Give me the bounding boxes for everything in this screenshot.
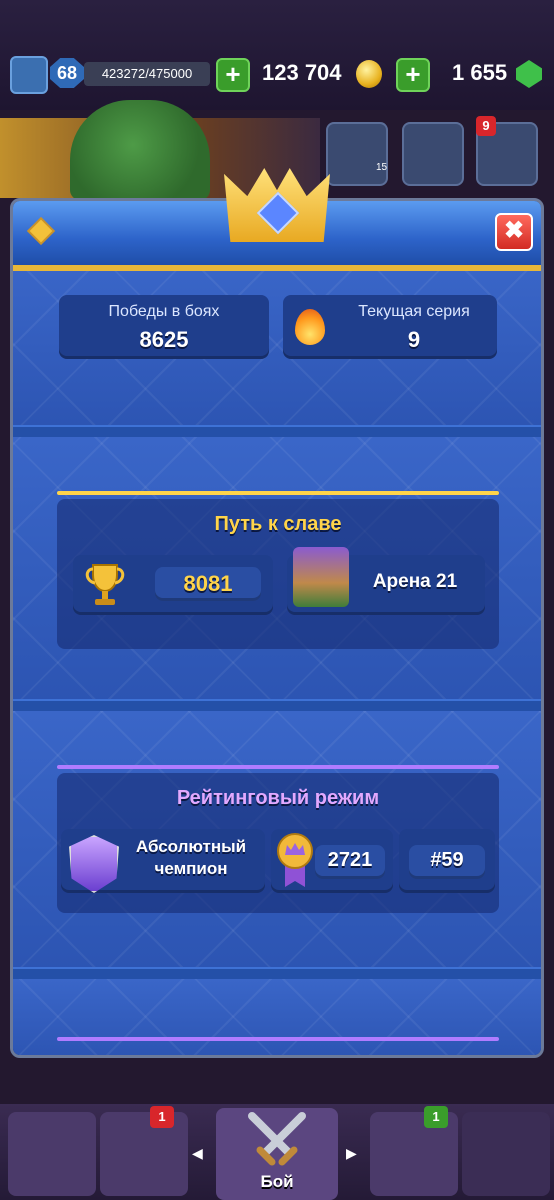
crossed-swords-icon bbox=[248, 1112, 306, 1166]
level-shield-icon[interactable] bbox=[10, 56, 48, 94]
news-button[interactable] bbox=[402, 122, 464, 186]
rank-value: #59 bbox=[430, 849, 464, 871]
diamond-icon bbox=[29, 219, 53, 243]
path-title: Путь к славе bbox=[214, 513, 342, 535]
ranked-title: Рейтинговый режим bbox=[176, 787, 380, 809]
purple-accent-line bbox=[57, 1037, 499, 1041]
gems-amount: 1 655 bbox=[452, 60, 508, 85]
purple-accent-line bbox=[57, 765, 499, 769]
arena-name: Арена 21 bbox=[372, 571, 458, 592]
nav-left-arrow-icon: ◀ bbox=[192, 1146, 203, 1162]
arena-icon bbox=[293, 547, 349, 607]
league-name-line1: Абсолютный bbox=[135, 837, 247, 856]
cards-notification-badge: 1 bbox=[150, 1106, 174, 1128]
trophy-icon bbox=[85, 564, 125, 605]
path-of-legends-section: Путь к славе 8081 Арена 21 bbox=[13, 437, 541, 707]
friends-button[interactable] bbox=[326, 122, 388, 186]
clan-notification-badge: 1 bbox=[424, 1106, 448, 1128]
medal-icon bbox=[277, 833, 313, 887]
streak-value: 9 bbox=[407, 327, 421, 352]
add-gold-button[interactable]: + bbox=[216, 58, 250, 92]
menu-notification-badge: 9 bbox=[476, 116, 496, 136]
rating-value: 2721 bbox=[327, 849, 373, 871]
wins-label: Победы в боях bbox=[108, 303, 220, 320]
nav-shop-button[interactable] bbox=[8, 1112, 96, 1196]
trophies-value: 8081 bbox=[183, 571, 233, 596]
ranked-section: Рейтинговый режим Абсолютный чемпион 272… bbox=[13, 711, 541, 975]
nav-right-arrow-icon: ▶ bbox=[346, 1146, 357, 1162]
nav-battle-label: Бой bbox=[260, 1172, 294, 1191]
coin-icon bbox=[356, 60, 382, 88]
nav-events-button[interactable] bbox=[462, 1112, 550, 1196]
stats-section: Победы в боях 8625 Текущая серия 9 bbox=[13, 265, 541, 433]
top-bar bbox=[0, 0, 554, 110]
nav-cards-button[interactable] bbox=[100, 1112, 188, 1196]
player-stats-modal: Победы в боях 8625 Текущая серия 9 Путь … bbox=[10, 198, 544, 1058]
add-gems-button[interactable]: + bbox=[396, 58, 430, 92]
xp-progress: 423272/475000 bbox=[84, 62, 210, 86]
next-section bbox=[13, 979, 541, 1055]
streak-label: Текущая серия bbox=[358, 303, 470, 320]
dragon-character-icon bbox=[70, 100, 210, 200]
flame-icon bbox=[295, 309, 325, 345]
gold-accent-line bbox=[57, 491, 499, 495]
friends-count: 15 bbox=[376, 162, 388, 173]
close-button[interactable]: ✖ bbox=[495, 213, 533, 251]
wins-value: 8625 bbox=[139, 327, 189, 352]
league-name-line2: чемпион bbox=[154, 859, 228, 878]
gold-amount: 123 704 bbox=[262, 60, 342, 85]
